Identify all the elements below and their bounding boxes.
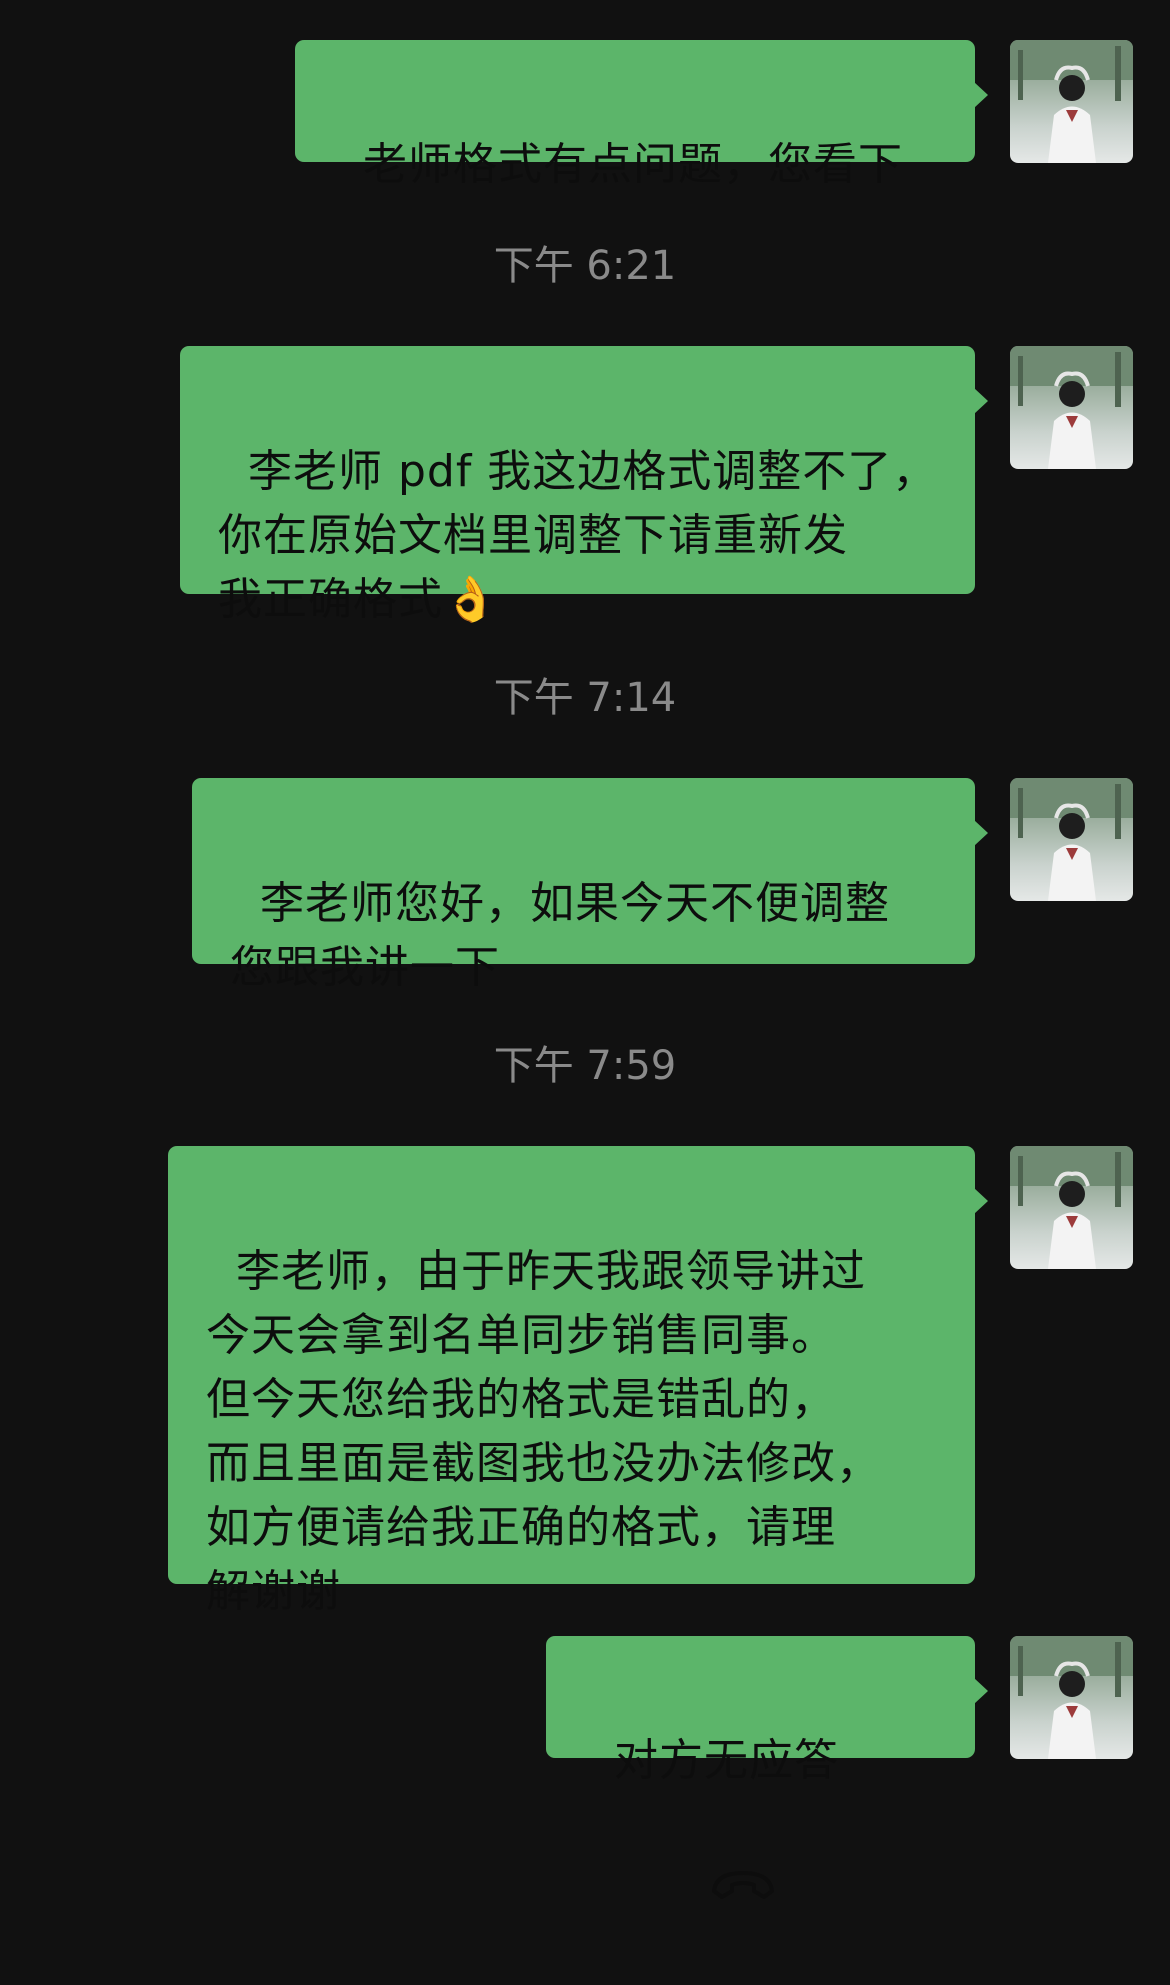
timestamp: 下午 6:21 (493, 243, 677, 289)
timestamp: 下午 7:59 (493, 1043, 677, 1089)
message-text-3: 李老师您好，如果今天不便调整 您跟我讲一下 (230, 878, 890, 993)
message-bubble-1[interactable]: 老师格式有点问题，您看下 (295, 40, 988, 190)
avatar-photo-icon (1010, 778, 1133, 901)
avatar[interactable] (1010, 346, 1133, 469)
message-bubble-2[interactable]: 李老师 pdf 我这边格式调整不了， 你在原始文档里调整下请重新发 我正确格式👌 (180, 346, 988, 625)
avatar[interactable] (1010, 1636, 1133, 1759)
phone-hangup-icon (648, 1793, 778, 1985)
message-text-2: 李老师 pdf 我这边格式调整不了， 你在原始文档里调整下请重新发 我正确格式👌 (218, 446, 938, 625)
avatar-photo-icon (1010, 1146, 1133, 1269)
timestamp: 下午 7:14 (493, 675, 677, 721)
avatar[interactable] (1010, 1146, 1133, 1269)
call-status-text: 对方无应答 (613, 1735, 839, 1786)
avatar-photo-icon (1010, 346, 1133, 469)
message-text-4: 李老师，由于昨天我跟领导讲过 今天会拿到名单同步销售同事。 但今天您给我的格式是… (206, 1246, 881, 1617)
avatar-photo-icon (1010, 40, 1133, 163)
message-bubble-4[interactable]: 李老师，由于昨天我跟领导讲过 今天会拿到名单同步销售同事。 但今天您给我的格式是… (168, 1146, 988, 1617)
call-status-bubble[interactable]: 对方无应答 (546, 1636, 988, 1899)
avatar[interactable] (1010, 40, 1133, 163)
message-bubble-3[interactable]: 李老师您好，如果今天不便调整 您跟我讲一下 (192, 778, 988, 993)
avatar-photo-icon (1010, 1636, 1133, 1759)
message-text-1: 老师格式有点问题，您看下 (362, 139, 903, 190)
avatar[interactable] (1010, 778, 1133, 901)
